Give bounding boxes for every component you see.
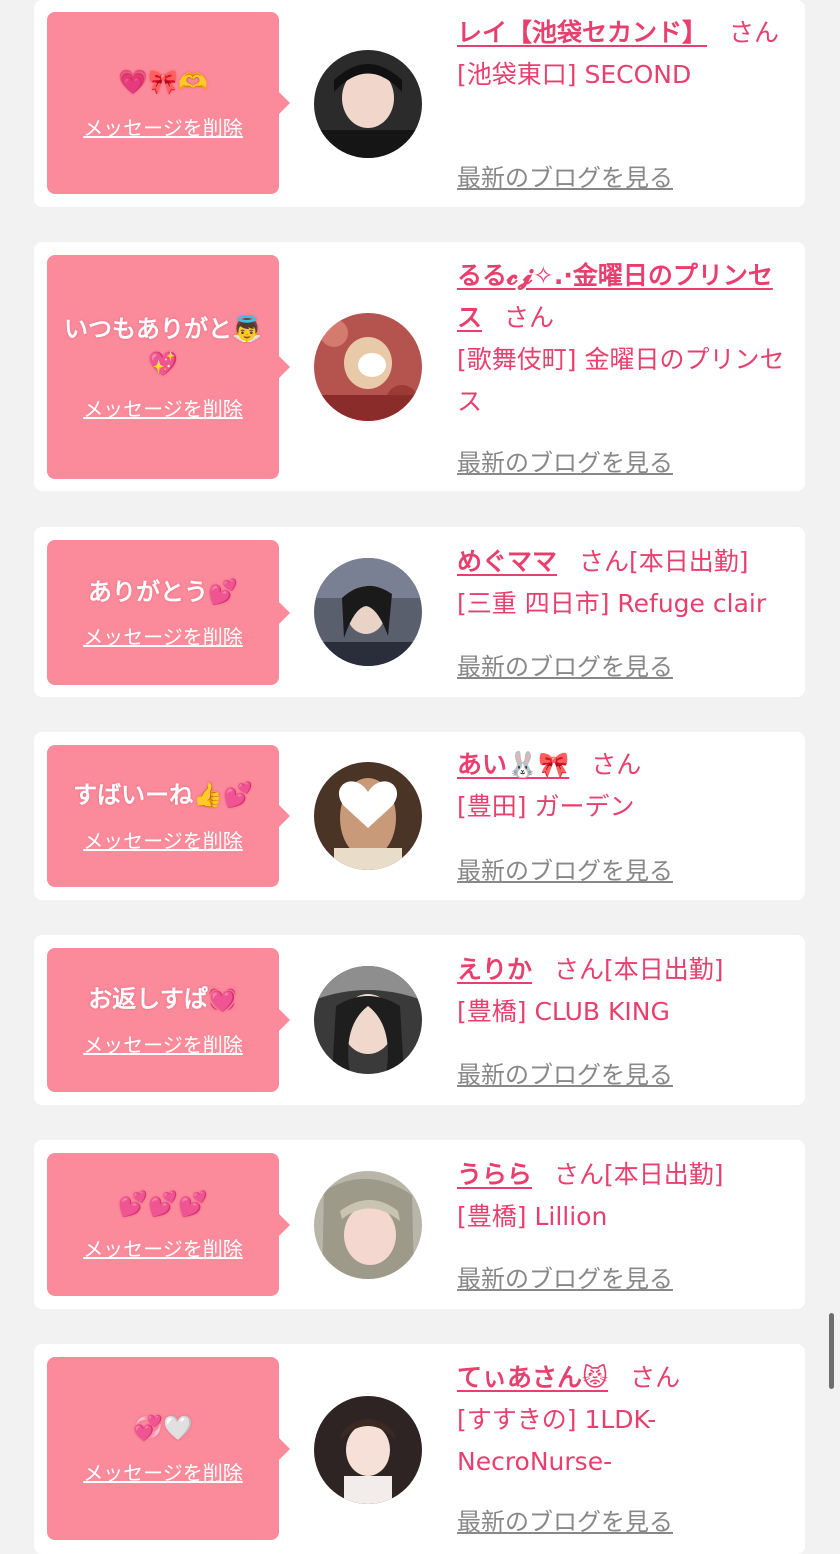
delete-message-link[interactable]: メッセージを削除	[83, 1233, 243, 1262]
avatar[interactable]	[314, 313, 422, 421]
message-bubble: 💗🎀🫶 メッセージを削除	[47, 12, 290, 194]
girl-name-link[interactable]: めぐママ	[457, 547, 557, 576]
girl-card: 💗🎀🫶 メッセージを削除 レイ【池袋セカンド】 さん [池袋東口] SECOND …	[34, 0, 805, 207]
status-badge: [本日出勤]	[604, 1160, 724, 1189]
girl-name-link[interactable]: えりか	[457, 955, 532, 984]
latest-blog-link[interactable]: 最新のブログを見る	[457, 158, 673, 193]
message-bubble: お返しすぱ💓 メッセージを削除	[47, 948, 290, 1092]
message-text: 💗🎀🫶	[118, 68, 208, 97]
message-bubble: ありがとう💕 メッセージを削除	[47, 540, 290, 685]
girl-card: すばいーね👍💕 メッセージを削除 あい🐰🎀 さん [豊田] ガーデン 最新のブログ…	[34, 732, 805, 900]
latest-blog-link[interactable]: 最新のブログを見る	[457, 1259, 673, 1294]
latest-blog-link[interactable]: 最新のブログを見る	[457, 1502, 673, 1537]
status-badge: [本日出勤]	[604, 955, 724, 984]
area-shop-text: [豊橋] Lillion	[457, 1202, 608, 1231]
san-suffix: さん	[554, 955, 605, 984]
san-suffix: さん	[630, 1363, 681, 1392]
girl-info: てぃあさん😾 さん [すすきの] 1LDK-NecroNurse-	[457, 1357, 789, 1483]
area-shop-text: [豊橋] CLUB KING	[457, 997, 670, 1026]
delete-message-link[interactable]: メッセージを削除	[83, 825, 243, 854]
avatar[interactable]	[314, 50, 422, 158]
girl-info: めぐママ さん[本日出勤] [三重 四日市] Refuge clair	[457, 541, 789, 625]
san-suffix: さん	[591, 750, 642, 779]
status-badge: [本日出勤]	[629, 547, 749, 576]
girl-name-link[interactable]: あい🐰🎀	[457, 750, 569, 779]
girl-card: いつもありがと👼💖 メッセージを削除 るる𝓬𝓳✧.·金曜日のプリンセス さん [歌…	[34, 242, 805, 491]
avatar[interactable]	[314, 1171, 422, 1279]
san-suffix: さん	[554, 1160, 605, 1189]
message-text: 💕💕💕	[118, 1189, 208, 1218]
avatar[interactable]	[314, 762, 422, 870]
girl-name-link[interactable]: てぃあさん😾	[457, 1363, 608, 1392]
message-bubble: すばいーね👍💕 メッセージを削除	[47, 745, 290, 887]
girl-card: 💕💕💕 メッセージを削除 うらら さん[本日出勤] [豊橋] Lillion 最新…	[34, 1140, 805, 1309]
girl-info: るる𝓬𝓳✧.·金曜日のプリンセス さん [歌舞伎町] 金曜日のプリンセス	[457, 255, 789, 423]
message-text: いつもありがと👼💖	[64, 314, 262, 378]
girl-name-link[interactable]: レイ【池袋セカンド】	[457, 18, 707, 47]
message-text: お返しすぱ💓	[88, 985, 238, 1014]
girl-info: あい🐰🎀 さん [豊田] ガーデン	[457, 744, 789, 828]
delete-message-link[interactable]: メッセージを削除	[83, 112, 243, 141]
latest-blog-link[interactable]: 最新のブログを見る	[457, 647, 673, 682]
message-bubble: 💕💕💕 メッセージを削除	[47, 1153, 290, 1296]
message-text: ありがとう💕	[88, 577, 238, 606]
area-shop-text: [歌舞伎町] 金曜日のプリンセス	[457, 345, 785, 416]
delete-message-link[interactable]: メッセージを削除	[83, 1029, 243, 1058]
girl-info: えりか さん[本日出勤] [豊橋] CLUB KING	[457, 949, 789, 1033]
delete-message-link[interactable]: メッセージを削除	[83, 1457, 243, 1486]
girl-name-link[interactable]: うらら	[457, 1160, 532, 1189]
message-text: すばいーね👍💕	[73, 781, 253, 810]
message-bubble: いつもありがと👼💖 メッセージを削除	[47, 255, 290, 479]
scrollbar-thumb[interactable]	[829, 1313, 834, 1389]
san-suffix: さん	[729, 18, 780, 47]
area-shop-text: [池袋東口] SECOND	[457, 60, 692, 89]
delete-message-link[interactable]: メッセージを削除	[83, 621, 243, 650]
girl-info: レイ【池袋セカンド】 さん [池袋東口] SECOND	[457, 12, 789, 96]
latest-blog-link[interactable]: 最新のブログを見る	[457, 443, 673, 478]
san-suffix: さん	[579, 547, 630, 576]
area-shop-text: [すすきの] 1LDK-NecroNurse-	[457, 1405, 657, 1476]
latest-blog-link[interactable]: 最新のブログを見る	[457, 1055, 673, 1090]
girl-card: お返しすぱ💓 メッセージを削除 えりか さん[本日出勤] [豊橋] CLUB KI…	[34, 935, 805, 1105]
area-shop-text: [三重 四日市] Refuge clair	[457, 589, 767, 618]
delete-message-link[interactable]: メッセージを削除	[83, 393, 243, 422]
area-shop-text: [豊田] ガーデン	[457, 792, 635, 821]
san-suffix: さん	[504, 303, 555, 332]
girl-info: うらら さん[本日出勤] [豊橋] Lillion	[457, 1154, 789, 1238]
avatar[interactable]	[314, 558, 422, 666]
avatar[interactable]	[314, 966, 422, 1074]
latest-blog-link[interactable]: 最新のブログを見る	[457, 851, 673, 886]
avatar[interactable]	[314, 1396, 422, 1504]
girl-card: 💞🤍 メッセージを削除 てぃあさん😾 さん [すすきの] 1LDK-NecroNu…	[34, 1344, 805, 1554]
girl-card: ありがとう💕 メッセージを削除 めぐママ さん[本日出勤] [三重 四日市] Re…	[34, 527, 805, 697]
message-bubble: 💞🤍 メッセージを削除	[47, 1357, 290, 1540]
message-text: 💞🤍	[133, 1413, 193, 1442]
